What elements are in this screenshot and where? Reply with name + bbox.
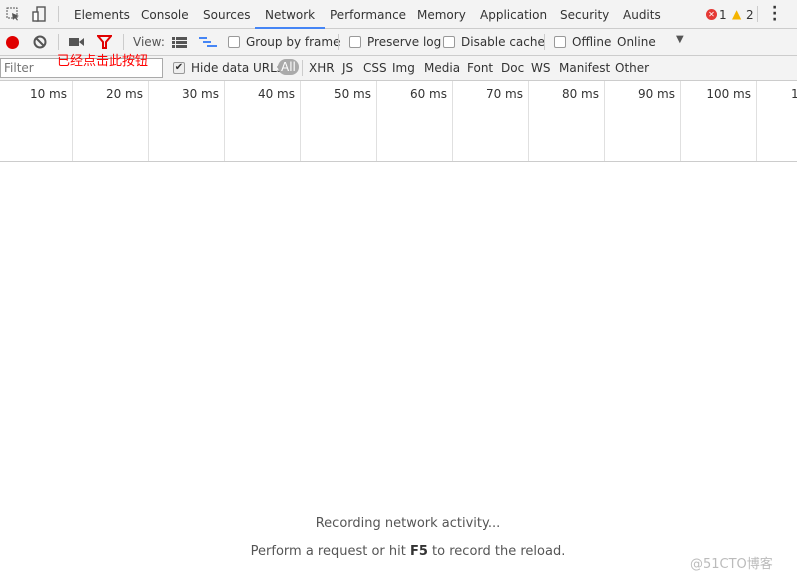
view-label: View:: [133, 35, 165, 49]
error-count[interactable]: 1: [719, 8, 727, 22]
record-button[interactable]: [6, 36, 19, 49]
filter-funnel-icon[interactable]: [97, 35, 112, 49]
error-icon: ✕: [706, 9, 717, 20]
device-toolbar-icon[interactable]: [31, 6, 47, 22]
divider: [123, 34, 124, 50]
tab-application[interactable]: Application: [470, 0, 557, 29]
filter-type-media[interactable]: Media: [424, 61, 460, 75]
preserve-log-checkbox[interactable]: [349, 36, 361, 48]
divider: [338, 34, 339, 50]
divider: [544, 34, 545, 50]
tab-elements[interactable]: Elements: [64, 0, 140, 29]
hide-data-urls-checkbox[interactable]: ✔: [173, 62, 185, 74]
devtools-tab-bar: Elements Console Sources Network Performance…: [0, 0, 797, 29]
warning-count[interactable]: 2: [746, 8, 754, 22]
timeline-tick-label: 10 ms: [29, 87, 67, 101]
disable-cache-checkbox[interactable]: [443, 36, 455, 48]
clear-button[interactable]: [33, 35, 47, 49]
filter-type-js[interactable]: JS: [342, 61, 353, 75]
filter-type-doc[interactable]: Doc: [501, 61, 524, 75]
tab-network[interactable]: Network: [255, 0, 326, 29]
divider: [757, 6, 758, 22]
timeline-tick-label: 40 ms: [257, 87, 295, 101]
offline-checkbox[interactable]: [554, 36, 566, 48]
filter-type-xhr[interactable]: XHR: [309, 61, 335, 75]
divider: [0, 161, 797, 162]
filter-type-font[interactable]: Font: [467, 61, 493, 75]
tab-memory[interactable]: Memory: [407, 0, 476, 29]
large-rows-icon[interactable]: [172, 36, 187, 48]
screenshot-camera-icon[interactable]: [69, 37, 85, 47]
watermark: @51CTO博客: [690, 557, 773, 572]
timeline-tick-label: 70 ms: [485, 87, 523, 101]
group-by-frame-label[interactable]: Group by frame: [246, 35, 340, 49]
group-by-frame-checkbox[interactable]: [228, 36, 240, 48]
timeline-tick-label: 1: [791, 87, 797, 101]
tab-performance[interactable]: Performance: [320, 0, 416, 29]
divider: [58, 6, 59, 22]
annotation-text: 已经点击此按钮: [57, 54, 149, 69]
reload-key: F5: [409, 544, 428, 559]
reload-hint-text: Perform a request or hit: [250, 544, 410, 559]
throttling-select[interactable]: Online: [617, 35, 656, 49]
filter-type-other[interactable]: Other: [615, 61, 649, 75]
tab-console[interactable]: Console: [131, 0, 199, 29]
tab-security[interactable]: Security: [550, 0, 619, 29]
reload-hint-text-end: to record the reload.: [427, 544, 566, 559]
reload-hint: Perform a request or hit F5 to record th…: [0, 544, 797, 559]
divider: [58, 34, 59, 50]
preserve-log-label[interactable]: Preserve log: [367, 35, 441, 49]
tab-sources[interactable]: Sources: [193, 0, 260, 29]
inspect-element-icon[interactable]: [5, 6, 21, 22]
timeline-tick-label: 100 ms: [706, 87, 751, 101]
filter-type-img[interactable]: Img: [392, 61, 415, 75]
timeline-tick-label: 50 ms: [333, 87, 371, 101]
more-menu-icon[interactable]: · · ·: [772, 1, 777, 27]
timeline-tick-label: 30 ms: [181, 87, 219, 101]
timeline-gridline: [756, 81, 757, 162]
timeline-tick-label: 20 ms: [105, 87, 143, 101]
divider: [302, 60, 303, 76]
timeline-tick-label: 90 ms: [637, 87, 675, 101]
timeline-tick-label: 60 ms: [409, 87, 447, 101]
disable-cache-label[interactable]: Disable cache: [461, 35, 545, 49]
waterfall-overview-icon[interactable]: [199, 36, 217, 48]
offline-label[interactable]: Offline: [572, 35, 611, 49]
timeline-tick-label: 80 ms: [561, 87, 599, 101]
tab-audits[interactable]: Audits: [613, 0, 671, 29]
throttle-dropdown-arrow-icon[interactable]: ▼: [676, 34, 684, 45]
filter-type-ws[interactable]: WS: [531, 61, 550, 75]
filter-type-css[interactable]: CSS: [363, 61, 387, 75]
recording-message: Recording network activity...: [315, 516, 501, 531]
filter-type-manifest[interactable]: Manifest: [559, 61, 610, 75]
warning-icon: ▲: [732, 7, 742, 21]
hide-data-urls-label[interactable]: Hide data URLs: [191, 61, 283, 75]
filter-type-all[interactable]: All: [278, 59, 299, 75]
